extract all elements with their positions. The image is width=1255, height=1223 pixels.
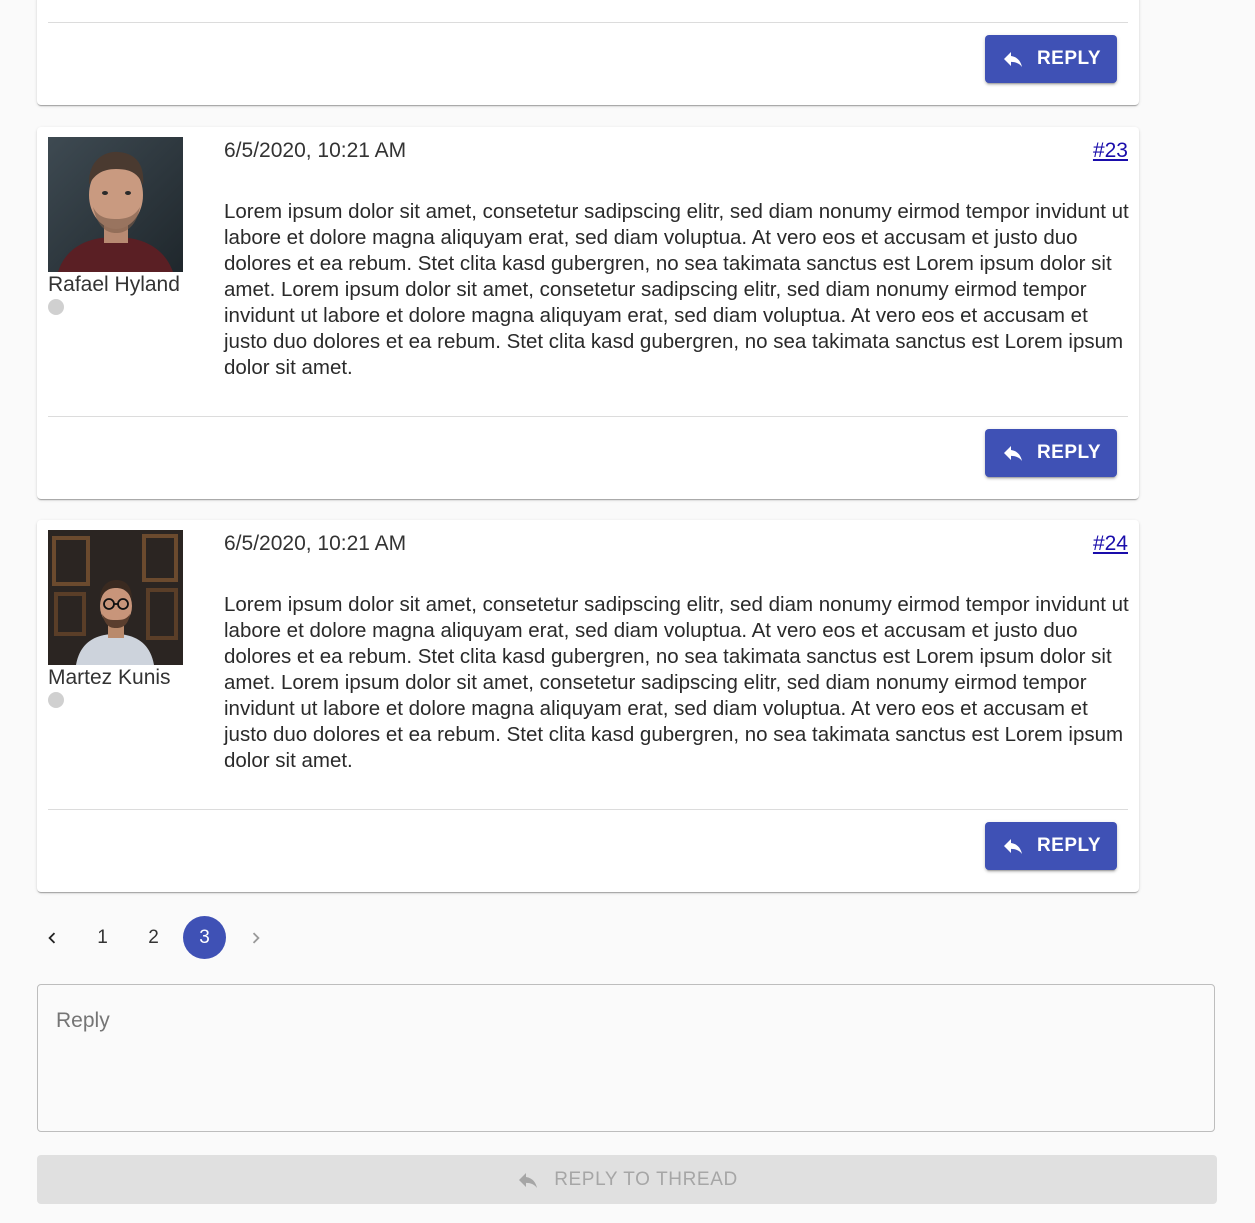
post-permalink[interactable]: #23 [1093,139,1128,163]
reply-button-label: REPLY [1036,835,1102,856]
post-card: Martez Kunis 6/5/2020, 10:21 AM #24 Lore… [37,520,1139,892]
post-divider [48,809,1128,810]
reply-button-label: REPLY [1036,442,1102,463]
reply-button[interactable]: REPLY [985,35,1117,83]
post-body: Lorem ipsum dolor sit amet, consetetur s… [224,593,1129,772]
post-divider [48,22,1128,23]
avatar-photo [48,137,183,272]
pagination-page-1[interactable]: 1 [81,916,124,959]
reply-placeholder: Reply [56,1009,110,1032]
reply-button[interactable]: REPLY [985,822,1117,870]
reply-icon [1003,446,1022,461]
post-timestamp: 6/5/2020, 10:21 AM [224,139,407,162]
pagination: 1 2 3 [30,916,285,959]
post-permalink[interactable]: #24 [1093,532,1128,556]
thread-page: REPLY Rafael Hyland 6/5/2020, 10:21 AM #… [0,0,1255,1223]
avatar [48,137,183,272]
reply-icon [519,1172,538,1188]
pagination-page-3-current[interactable]: 3 [183,916,226,959]
avatar [48,530,183,665]
avatar-photo [48,530,183,665]
post-body: Lorem ipsum dolor sit amet, consetetur s… [224,200,1129,379]
author-name: Rafael Hyland [48,273,180,296]
reply-icon [1003,52,1022,67]
post-card: Rafael Hyland 6/5/2020, 10:21 AM #23 Lor… [37,127,1139,499]
pagination-prev-button[interactable] [30,916,73,959]
chevron-left-icon [47,932,55,943]
chevron-right-icon [252,932,260,943]
reply-icon [1003,839,1022,854]
status-indicator [48,299,64,315]
pagination-next-button[interactable] [234,916,277,959]
post-card-previous: REPLY [37,0,1139,105]
pagination-page-2[interactable]: 2 [132,916,175,959]
reply-button[interactable]: REPLY [985,429,1117,477]
author-name: Martez Kunis [48,666,171,689]
reply-textarea[interactable]: Reply [37,984,1215,1132]
reply-to-thread-button[interactable]: REPLY TO THREAD [37,1155,1217,1204]
post-divider [48,416,1128,417]
reply-to-thread-label: REPLY TO THREAD [554,1168,738,1190]
status-indicator [48,692,64,708]
post-timestamp: 6/5/2020, 10:21 AM [224,532,407,555]
reply-button-label: REPLY [1036,48,1102,69]
